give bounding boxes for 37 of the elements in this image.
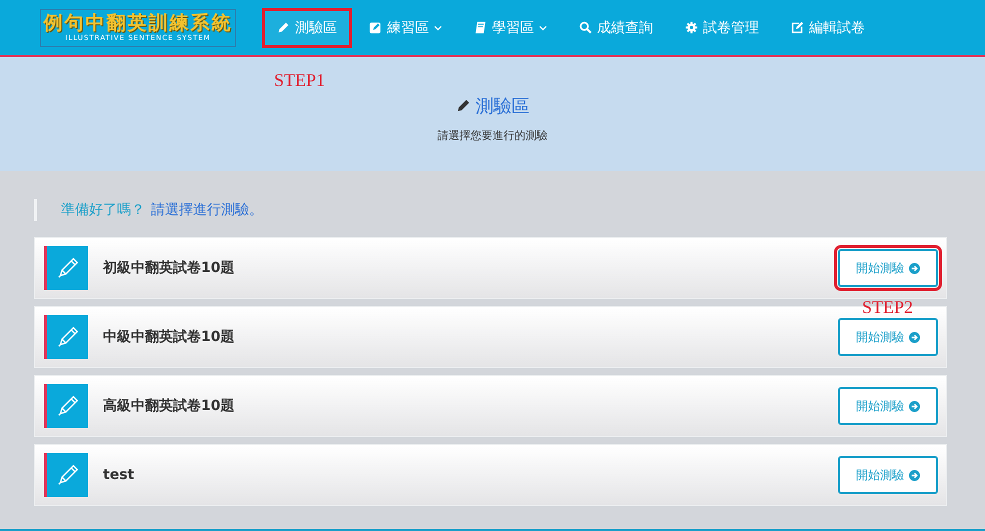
caret-icon [539,24,547,30]
arrow-circle-icon [909,470,920,480]
nav-link[interactable]: 試卷管理 [670,8,774,48]
quiz-title: 初級中翻英試卷10題 [103,259,236,277]
search-icon [579,21,592,34]
quiz-title: 中級中翻英試卷10題 [103,328,236,346]
nav-link[interactable]: 成績查詢 [564,8,668,48]
pencil-icon [456,98,470,113]
step-annotation: STEP2 [862,297,914,318]
callout-prompt: 請選擇進行測驗。 [151,201,263,219]
page-title: 測驗區 [476,94,530,118]
pen-icon [44,384,88,428]
pen-icon [44,453,88,497]
edit-icon [791,21,804,34]
arrow-circle-icon [909,262,920,274]
step-annotation: STEP1 [274,70,326,90]
arrow-circle-icon [909,332,920,342]
settings-icon [685,21,698,34]
nav-link[interactable]: 編輯試卷 [776,8,880,48]
arrow-circle-icon [909,400,920,412]
start-quiz-button[interactable]: 開始測驗 [838,456,938,494]
start-quiz-button[interactable]: 開始測驗 [838,318,938,356]
edit-icon [369,21,382,34]
caret-icon [434,24,442,30]
nav-link[interactable]: 練習區 [354,8,457,48]
pen-icon [44,315,88,359]
logo-title: 例句中翻英訓練系統 [44,12,232,34]
page-subtitle: 請選擇您要進行的測驗 [438,128,548,142]
nav-link[interactable]: 學習區 [459,8,562,48]
quiz-title: test [103,467,136,483]
callout-question: 準備好了嗎？ [61,201,145,219]
book-icon [474,21,487,34]
quiz-title: 高級中翻英試卷10題 [103,397,236,415]
pencil-icon [277,21,290,34]
nav-link[interactable]: 測驗區 [262,8,352,48]
start-quiz-button[interactable]: 開始測驗 [838,387,938,425]
pen-icon [44,246,88,290]
